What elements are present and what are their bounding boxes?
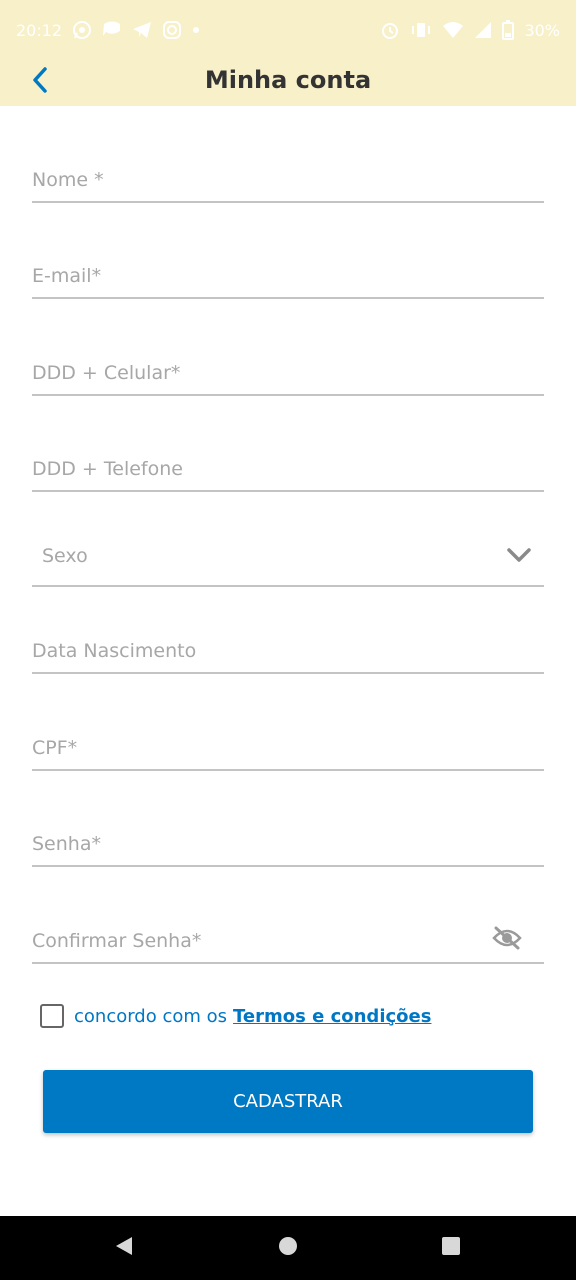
- chat-icon: [102, 21, 122, 39]
- gender-select-label: Sexo: [42, 545, 88, 567]
- status-left: 20:12: [16, 20, 200, 40]
- battery-icon: [502, 20, 515, 40]
- back-triangle-icon: [113, 1235, 135, 1261]
- app-bar: Minha conta: [0, 60, 576, 106]
- terms-link[interactable]: Termos e condições: [233, 1006, 431, 1027]
- mobile-input[interactable]: [32, 362, 544, 384]
- system-nav-bar: [0, 1216, 576, 1280]
- eye-off-icon[interactable]: [492, 926, 522, 954]
- register-button[interactable]: CADASTRAR: [43, 1070, 533, 1133]
- nav-home-button[interactable]: [276, 1236, 300, 1260]
- dot-icon: [192, 26, 200, 34]
- signal-icon: [474, 21, 492, 39]
- recents-square-icon: [440, 1235, 462, 1261]
- telegram-icon: [132, 21, 152, 39]
- birthdate-input[interactable]: [32, 640, 544, 662]
- cpf-field[interactable]: [32, 711, 544, 771]
- name-input[interactable]: [32, 169, 544, 191]
- nav-back-button[interactable]: [112, 1236, 136, 1260]
- confirm-password-input[interactable]: [32, 930, 472, 952]
- password-input[interactable]: [32, 833, 544, 855]
- gender-select[interactable]: Sexo: [32, 527, 544, 587]
- chevron-down-icon: [506, 547, 532, 567]
- home-circle-icon: [277, 1235, 299, 1261]
- status-right: 30%: [380, 20, 560, 40]
- phone-field[interactable]: [32, 432, 544, 492]
- battery-percent: 30%: [524, 20, 560, 40]
- nav-recents-button[interactable]: [439, 1236, 463, 1260]
- page-title: Minha conta: [204, 66, 372, 94]
- email-input[interactable]: [32, 265, 544, 287]
- terms-checkbox[interactable]: [40, 1004, 64, 1028]
- name-field[interactable]: [32, 143, 544, 203]
- password-field[interactable]: [32, 807, 544, 867]
- status-time: 20:12: [16, 20, 63, 40]
- instagram-icon: [162, 20, 182, 40]
- alarm-icon: [380, 20, 400, 40]
- cpf-input[interactable]: [32, 737, 544, 759]
- confirm-password-field[interactable]: [32, 904, 544, 964]
- phone-input[interactable]: [32, 458, 544, 480]
- whatsapp-icon: [72, 20, 92, 40]
- mobile-field[interactable]: [32, 336, 544, 396]
- status-bar: 20:12 30%: [0, 0, 576, 60]
- terms-text: concordo com os: [74, 1005, 228, 1027]
- terms-row: concordo com os Termos e condições: [40, 1004, 431, 1028]
- birthdate-field[interactable]: [32, 614, 544, 674]
- email-field[interactable]: [32, 239, 544, 299]
- vibrate-icon: [410, 21, 432, 39]
- wifi-icon: [442, 21, 464, 39]
